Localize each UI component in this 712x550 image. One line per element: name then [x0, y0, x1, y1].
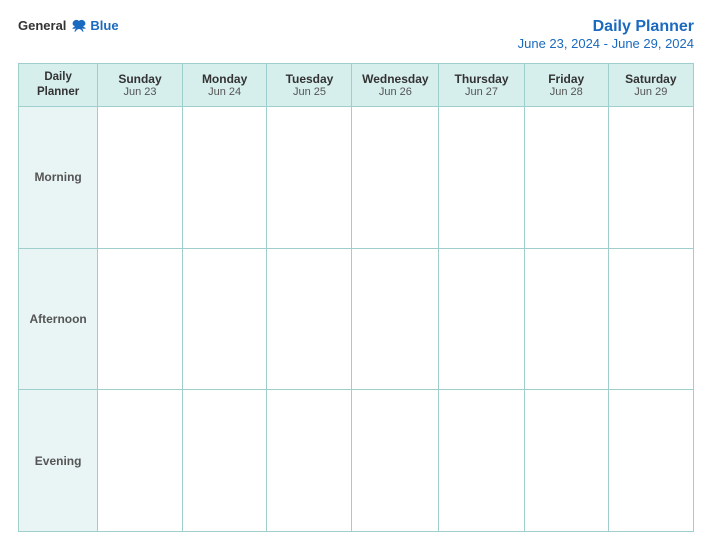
cell-evening-friday[interactable]	[524, 390, 608, 532]
header-cell-thursday: Thursday Jun 27	[439, 64, 525, 107]
cell-evening-thursday[interactable]	[439, 390, 525, 532]
cell-morning-tuesday[interactable]	[267, 106, 352, 248]
header-cell-saturday: Saturday Jun 29	[608, 64, 693, 107]
planner-subtitle: June 23, 2024 - June 29, 2024	[518, 36, 694, 51]
header-cell-sunday: Sunday Jun 23	[98, 64, 183, 107]
cell-afternoon-saturday[interactable]	[608, 248, 693, 390]
header-cell-monday: Monday Jun 24	[182, 64, 267, 107]
cell-morning-saturday[interactable]	[608, 106, 693, 248]
logo-blue-text: Blue	[90, 18, 118, 33]
time-label-evening: Evening	[19, 390, 98, 532]
cell-evening-tuesday[interactable]	[267, 390, 352, 532]
planner-title: Daily Planner	[518, 18, 694, 36]
page: General Blue Daily Planner June 23, 2024…	[0, 0, 712, 550]
cell-evening-sunday[interactable]	[98, 390, 183, 532]
cell-morning-monday[interactable]	[182, 106, 267, 248]
time-label-morning: Morning	[19, 106, 98, 248]
table-row-evening: Evening	[19, 390, 694, 532]
cell-afternoon-tuesday[interactable]	[267, 248, 352, 390]
header-cell-tuesday: Tuesday Jun 25	[267, 64, 352, 107]
header-cell-friday: Friday Jun 28	[524, 64, 608, 107]
cell-evening-wednesday[interactable]	[352, 390, 439, 532]
cell-afternoon-thursday[interactable]	[439, 248, 525, 390]
logo-bird-icon	[70, 19, 88, 33]
cell-morning-thursday[interactable]	[439, 106, 525, 248]
cell-afternoon-monday[interactable]	[182, 248, 267, 390]
table-header-row: Daily Planner Sunday Jun 23 Monday Jun 2…	[19, 64, 694, 107]
logo-text: General Blue	[18, 18, 119, 33]
title-area: Daily Planner June 23, 2024 - June 29, 2…	[518, 18, 694, 51]
cell-afternoon-sunday[interactable]	[98, 248, 183, 390]
header-cell-wednesday: Wednesday Jun 26	[352, 64, 439, 107]
logo-general-text: General	[18, 18, 66, 33]
logo-area: General Blue	[18, 18, 119, 33]
table-row-morning: Morning	[19, 106, 694, 248]
cell-afternoon-wednesday[interactable]	[352, 248, 439, 390]
calendar-table: Daily Planner Sunday Jun 23 Monday Jun 2…	[18, 63, 694, 532]
cell-morning-friday[interactable]	[524, 106, 608, 248]
cell-morning-sunday[interactable]	[98, 106, 183, 248]
cell-afternoon-friday[interactable]	[524, 248, 608, 390]
time-label-afternoon: Afternoon	[19, 248, 98, 390]
cell-evening-saturday[interactable]	[608, 390, 693, 532]
cell-morning-wednesday[interactable]	[352, 106, 439, 248]
table-row-afternoon: Afternoon	[19, 248, 694, 390]
header-cell-planner: Daily Planner	[19, 64, 98, 107]
header: General Blue Daily Planner June 23, 2024…	[18, 18, 694, 51]
cell-evening-monday[interactable]	[182, 390, 267, 532]
